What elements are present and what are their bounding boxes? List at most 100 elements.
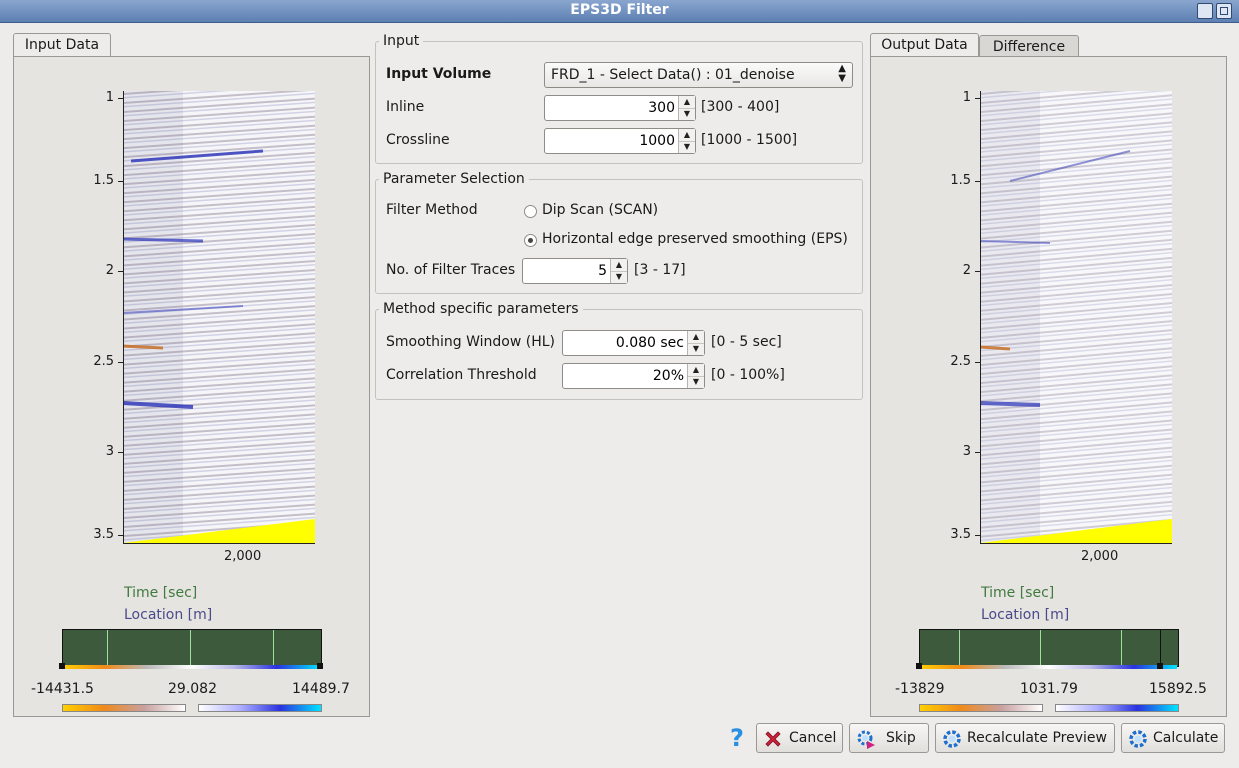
crossline-input[interactable] bbox=[547, 131, 675, 151]
inline-label: Inline bbox=[386, 99, 425, 115]
crossline-spinbox[interactable]: ▲▼ bbox=[544, 128, 696, 154]
skip-button[interactable]: Skip bbox=[849, 723, 929, 753]
y-axis-line bbox=[980, 91, 981, 543]
correlation-down-arrow-icon[interactable]: ▼ bbox=[688, 376, 704, 388]
gear-icon bbox=[943, 730, 961, 748]
maximize-icon[interactable] bbox=[1216, 3, 1232, 19]
y-tick-label: 1.5 bbox=[950, 173, 971, 188]
colorbar-handle[interactable] bbox=[59, 663, 65, 669]
filter-traces-range: [3 - 17] bbox=[634, 262, 686, 278]
y-tick-label: 3.5 bbox=[93, 527, 114, 542]
colorbar-negative bbox=[919, 704, 1043, 712]
colorbar-positive bbox=[1055, 704, 1179, 712]
filter-traces-spinbox[interactable]: ▲▼ bbox=[522, 258, 628, 284]
y-tick-label: 2.5 bbox=[93, 354, 114, 369]
colorbar-histogram[interactable] bbox=[62, 629, 322, 667]
x-tick-label: 2,000 bbox=[224, 549, 262, 564]
x-axis-line bbox=[123, 543, 315, 544]
radio-dip-scan[interactable] bbox=[524, 205, 537, 218]
y-axis-line bbox=[123, 91, 124, 543]
tab-difference[interactable]: Difference bbox=[979, 35, 1079, 57]
time-axis-label: Time [sec] bbox=[124, 585, 198, 601]
cancel-label: Cancel bbox=[789, 730, 837, 746]
inline-range: [300 - 400] bbox=[701, 99, 780, 115]
y-tick-label: 3 bbox=[962, 444, 971, 459]
input-data-panel: 1 1.5 2 2.5 3 3.5 2,000 Time [sec] Locat… bbox=[13, 56, 370, 717]
colorbar-min-value: -14431.5 bbox=[31, 681, 94, 697]
location-axis-label: Location [m] bbox=[124, 607, 213, 623]
colorbar-min-value: -13829 bbox=[895, 681, 945, 697]
smoothing-down-arrow-icon[interactable]: ▼ bbox=[688, 343, 704, 355]
colorbar-strip bbox=[919, 665, 1177, 669]
filter-traces-label: No. of Filter Traces bbox=[386, 262, 516, 278]
colorbar-handle[interactable] bbox=[317, 663, 323, 669]
colorbar-mid-value: 29.082 bbox=[168, 681, 217, 697]
filter-method-label: Filter Method bbox=[386, 202, 478, 218]
correlation-threshold-label: Correlation Threshold bbox=[386, 367, 537, 383]
recalculate-preview-label: Recalculate Preview bbox=[967, 730, 1107, 746]
x-axis-line bbox=[980, 543, 1172, 544]
filter-traces-input[interactable] bbox=[525, 261, 607, 281]
y-tick-label: 1 bbox=[105, 90, 114, 105]
location-axis-label: Location [m] bbox=[981, 607, 1070, 623]
skip-gear-icon bbox=[857, 730, 875, 749]
tab-output-data-label: Output Data bbox=[881, 37, 968, 53]
crossline-label: Crossline bbox=[386, 132, 450, 148]
y-tick-label: 1 bbox=[962, 90, 971, 105]
output-data-panel: 1 1.5 2 2.5 3 3.5 2,000 Time [sec] Locat… bbox=[870, 56, 1227, 717]
tab-output-data[interactable]: Output Data bbox=[870, 33, 979, 57]
crossline-down-arrow-icon[interactable]: ▼ bbox=[679, 141, 695, 153]
colorbar-histogram[interactable] bbox=[919, 629, 1179, 667]
recalculate-preview-button[interactable]: Recalculate Preview bbox=[935, 723, 1115, 753]
radio-eps[interactable] bbox=[524, 234, 537, 247]
method-specific-title: Method specific parameters bbox=[379, 301, 583, 317]
window-title: EPS3D Filter bbox=[570, 2, 669, 18]
colorbar-positive bbox=[198, 704, 322, 712]
y-tick-label: 3 bbox=[105, 444, 114, 459]
option-dip-scan-label: Dip Scan (SCAN) bbox=[542, 202, 659, 218]
tab-input-data[interactable]: Input Data bbox=[13, 33, 111, 57]
help-icon[interactable]: ? bbox=[730, 725, 748, 751]
input-volume-value: FRD_1 - Select Data() : 01_denoise bbox=[551, 67, 795, 83]
cancel-icon bbox=[765, 731, 781, 747]
colorbar-strip bbox=[62, 665, 320, 669]
x-tick-label: 2,000 bbox=[1081, 549, 1119, 564]
calculate-label: Calculate bbox=[1153, 730, 1219, 746]
smoothing-window-input[interactable] bbox=[565, 333, 684, 353]
traces-down-arrow-icon[interactable]: ▼ bbox=[611, 271, 627, 283]
input-group-title: Input bbox=[379, 33, 424, 49]
inline-down-arrow-icon[interactable]: ▼ bbox=[679, 108, 695, 120]
y-tick-label: 2 bbox=[962, 263, 971, 278]
crossline-range: [1000 - 1500] bbox=[701, 132, 798, 148]
colorbar-handle[interactable] bbox=[1157, 663, 1163, 669]
input-volume-select[interactable]: FRD_1 - Select Data() : 01_denoise ▲ ▼ bbox=[544, 62, 853, 88]
colorbar-max-value: 15892.5 bbox=[1149, 681, 1207, 697]
time-axis-label: Time [sec] bbox=[981, 585, 1055, 601]
output-seismic-image bbox=[980, 91, 1172, 543]
colorbar-negative bbox=[62, 704, 186, 712]
y-tick-label: 2.5 bbox=[950, 354, 971, 369]
gear-icon bbox=[1129, 730, 1147, 748]
correlation-threshold-range: [0 - 100%] bbox=[711, 367, 785, 383]
select-arrows-icon: ▲ ▼ bbox=[838, 63, 846, 84]
smoothing-window-spinbox[interactable]: ▲▼ bbox=[562, 330, 705, 356]
inline-spinbox[interactable]: ▲▼ bbox=[544, 95, 696, 121]
cancel-button[interactable]: Cancel bbox=[756, 723, 843, 753]
inline-input[interactable] bbox=[547, 98, 675, 118]
colorbar-handle[interactable] bbox=[916, 663, 922, 669]
parameter-selection-title: Parameter Selection bbox=[379, 171, 529, 187]
correlation-threshold-spinbox[interactable]: ▲▼ bbox=[562, 363, 705, 389]
colorbar-mid-value: 1031.79 bbox=[1020, 681, 1078, 697]
tab-difference-label: Difference bbox=[992, 39, 1066, 55]
option-eps-label: Horizontal edge preserved smoothing (EPS… bbox=[542, 231, 848, 247]
smoothing-window-range: [0 - 5 sec] bbox=[711, 334, 782, 350]
skip-label: Skip bbox=[886, 730, 916, 746]
input-volume-label: Input Volume bbox=[386, 66, 492, 82]
correlation-threshold-input[interactable] bbox=[565, 366, 684, 386]
y-tick-label: 3.5 bbox=[950, 527, 971, 542]
minimize-icon[interactable] bbox=[1197, 3, 1213, 19]
tab-input-data-label: Input Data bbox=[24, 37, 100, 53]
input-seismic-image bbox=[123, 91, 315, 543]
calculate-button[interactable]: Calculate bbox=[1121, 723, 1225, 753]
y-tick-label: 1.5 bbox=[93, 173, 114, 188]
